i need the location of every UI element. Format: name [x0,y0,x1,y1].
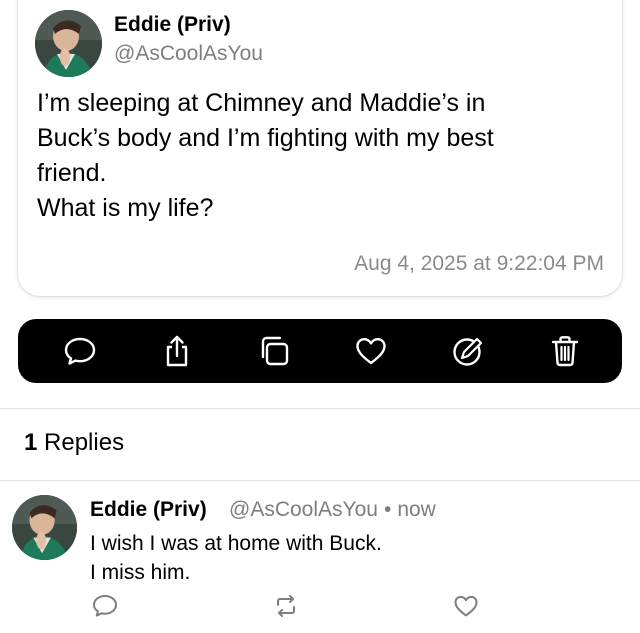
edit-icon [453,337,483,366]
post-text-line: friend. [37,159,107,187]
avatar[interactable] [35,10,102,77]
author-handle[interactable]: @AsCoolAsYou [114,41,263,67]
post-body: I’m sleeping at Chimney and Maddie’s in … [37,86,607,226]
replies-count: 1 [24,429,38,456]
repost-icon [277,595,295,617]
share-button[interactable] [159,333,195,369]
reply-author-handle[interactable]: @AsCoolAsYou [229,498,378,521]
reply-comment-button[interactable] [91,592,119,620]
replies-header: 1 Replies [24,428,124,458]
delete-button[interactable] [547,333,583,369]
reply-repost-button[interactable] [272,592,300,620]
reply-meta: @AsCoolAsYou • now [229,497,436,523]
trash-icon [551,336,579,367]
post-timestamp: Aug 4, 2025 at 9:22:04 PM [354,252,604,275]
divider [0,480,640,481]
speech-bubble-icon [93,595,117,617]
reply-button[interactable] [62,333,98,369]
reply-time: now [397,498,436,521]
post-text-line: Buck’s body and I’m fighting with my bes… [37,124,494,152]
thread-view: Eddie (Priv) @AsCoolAsYou I’m sleeping a… [0,0,640,633]
avatar-image [12,495,77,560]
replies-label: Replies [44,429,125,456]
avatar[interactable] [12,495,77,560]
post-text-line: What is my life? [37,194,214,222]
reply-body: I wish I was at home with Buck. I miss h… [90,529,382,587]
reply-like-button[interactable] [452,592,480,620]
heart-icon [356,338,386,365]
reply-text-line: I wish I was at home with Buck. [90,532,382,555]
edit-button[interactable] [450,333,486,369]
separator-dot: • [383,498,392,521]
divider [0,408,640,409]
copy-button[interactable] [256,333,292,369]
avatar-image [35,10,102,77]
speech-bubble-icon [64,337,96,365]
share-icon [166,335,188,367]
reply-author-name[interactable]: Eddie (Priv) [90,497,207,523]
like-button[interactable] [353,333,389,369]
copy-icon [261,336,289,366]
post-action-toolbar [18,319,622,383]
reply-text-line: I miss him. [90,561,191,584]
author-name[interactable]: Eddie (Priv) [114,12,231,38]
heart-icon [454,595,478,617]
post-text-line: I’m sleeping at Chimney and Maddie’s in [37,89,486,117]
post-card: Eddie (Priv) @AsCoolAsYou I’m sleeping a… [18,0,622,296]
